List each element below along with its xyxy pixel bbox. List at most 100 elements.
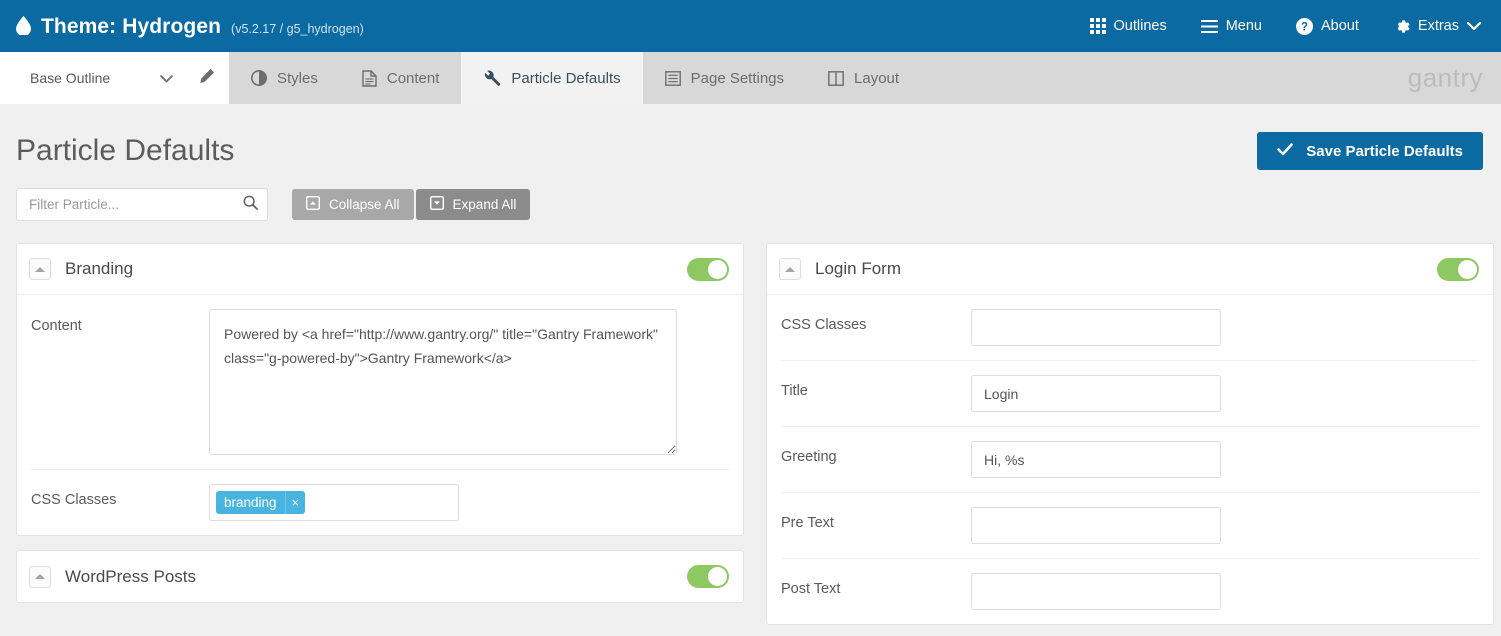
branding-enable-toggle[interactable] [687,258,729,281]
field-label: Greeting [781,441,971,465]
collapse-all-label: Collapse All [329,197,400,212]
field-label: Title [781,375,971,399]
field-row-pre-text: Pre Text [781,493,1479,559]
right-column: Login Form CSS Classes Title Greeting Pr… [766,243,1494,636]
svg-text:?: ? [1301,21,1308,33]
tab-styles[interactable]: Styles [229,52,340,104]
left-column: Branding Content CSS Classes branding × [16,243,744,617]
tab-styles-label: Styles [277,70,318,87]
page-title: Particle Defaults [16,134,234,168]
close-icon[interactable]: × [285,491,306,514]
expand-box-icon [430,196,444,213]
theme-version: (v5.2.17 / g5_hydrogen) [231,22,364,36]
particle-toolbar: Collapse All Expand All [0,170,1501,221]
tab-bar: Base Outline Styles [0,52,1501,104]
login-form-enable-toggle[interactable] [1437,258,1479,281]
columns-icon [828,71,844,86]
nav-menu-label: Menu [1226,18,1262,34]
particle-panel-branding: Branding Content CSS Classes branding × [16,243,744,536]
nav-menu[interactable]: Menu [1201,18,1262,34]
particle-panel-wordpress-posts: WordPress Posts [16,550,744,603]
chevron-down-icon [160,70,173,86]
panel-title: WordPress Posts [65,567,687,587]
save-button-label: Save Particle Defaults [1306,143,1463,160]
water-drop-icon [16,16,31,40]
tab-layout[interactable]: Layout [806,52,921,104]
tag-chip: branding × [216,491,305,514]
field-row-content: Content [31,295,729,470]
tab-page-settings-label: Page Settings [691,70,784,87]
tab-particle-defaults[interactable]: Particle Defaults [461,52,642,104]
nav-outlines-label: Outlines [1114,18,1167,34]
tab-content-label: Content [387,70,440,87]
field-row-title: Title [781,361,1479,427]
panel-header: Branding [17,244,743,295]
field-row-post-text: Post Text [781,559,1479,624]
hamburger-icon [1201,20,1218,33]
gear-icon [1393,18,1410,35]
login-greeting-input[interactable] [971,441,1221,478]
nav-extras-label: Extras [1418,18,1459,34]
tab-layout-label: Layout [854,70,899,87]
field-label: CSS Classes [31,484,209,508]
field-label: CSS Classes [781,309,971,333]
panel-header: WordPress Posts [17,551,743,602]
gantry-logo: gantry [1408,63,1483,94]
filter-particle-input[interactable] [16,188,268,221]
list-box-icon [665,71,681,86]
branding-content-textarea[interactable] [209,309,677,455]
nav-about-label: About [1321,18,1359,34]
pencil-icon [199,68,215,89]
field-row-css-classes: CSS Classes branding × [31,470,729,535]
nav-about[interactable]: ? About [1296,18,1359,35]
login-post-text-input[interactable] [971,573,1221,610]
question-circle-icon: ? [1296,18,1313,35]
top-navigation: Outlines Menu ? About [1090,18,1481,35]
login-css-classes-input[interactable] [971,309,1221,346]
caret-up-icon[interactable] [29,566,51,588]
wordpress-posts-enable-toggle[interactable] [687,565,729,588]
login-pre-text-input[interactable] [971,507,1221,544]
field-label: Pre Text [781,507,971,531]
grid-icon [1090,18,1106,34]
collapse-all-button[interactable]: Collapse All [292,189,414,220]
tag-chip-label: branding [216,491,285,514]
expand-all-button[interactable]: Expand All [416,189,531,220]
tab-particle-defaults-label: Particle Defaults [511,70,620,87]
field-row-css-classes: CSS Classes [781,295,1479,361]
panel-title: Branding [65,259,687,279]
nav-outlines[interactable]: Outlines [1090,18,1167,34]
outline-zone: Base Outline [0,52,229,104]
app-title: Theme: Hydrogen [41,15,221,39]
brand: Theme: Hydrogen (v5.2.17 / g5_hydrogen) [16,14,364,39]
save-particle-defaults-button[interactable]: Save Particle Defaults [1257,132,1483,170]
app-header: Theme: Hydrogen (v5.2.17 / g5_hydrogen) … [0,0,1501,52]
nav-extras[interactable]: Extras [1393,18,1481,35]
particles-columns: Branding Content CSS Classes branding × [0,221,1501,636]
panel-title: Login Form [815,259,1437,279]
page-header: Particle Defaults Save Particle Defaults [0,104,1501,170]
filter-particle-wrapper [16,188,268,221]
field-label: Content [31,309,209,334]
expand-all-label: Expand All [453,197,517,212]
caret-up-icon[interactable] [29,258,51,280]
panel-header: Login Form [767,244,1493,295]
contrast-icon [251,70,267,86]
login-title-input[interactable] [971,375,1221,412]
outline-selector-value: Base Outline [30,70,110,86]
check-icon [1277,143,1293,160]
particle-panel-login-form: Login Form CSS Classes Title Greeting Pr… [766,243,1494,625]
branding-css-classes-tagfield[interactable]: branding × [209,484,459,521]
edit-outline-button[interactable] [185,52,229,104]
field-row-greeting: Greeting [781,427,1479,493]
caret-up-icon[interactable] [779,258,801,280]
tab-page-settings[interactable]: Page Settings [643,52,806,104]
document-icon [362,70,377,87]
tab-content[interactable]: Content [340,52,462,104]
outline-selector[interactable]: Base Outline [16,61,185,95]
collapse-box-icon [306,196,320,213]
tabs: Styles Content Particle Defaults [229,52,921,104]
chevron-down-icon [1467,22,1481,31]
wrench-icon [483,69,501,87]
field-label: Post Text [781,573,971,597]
